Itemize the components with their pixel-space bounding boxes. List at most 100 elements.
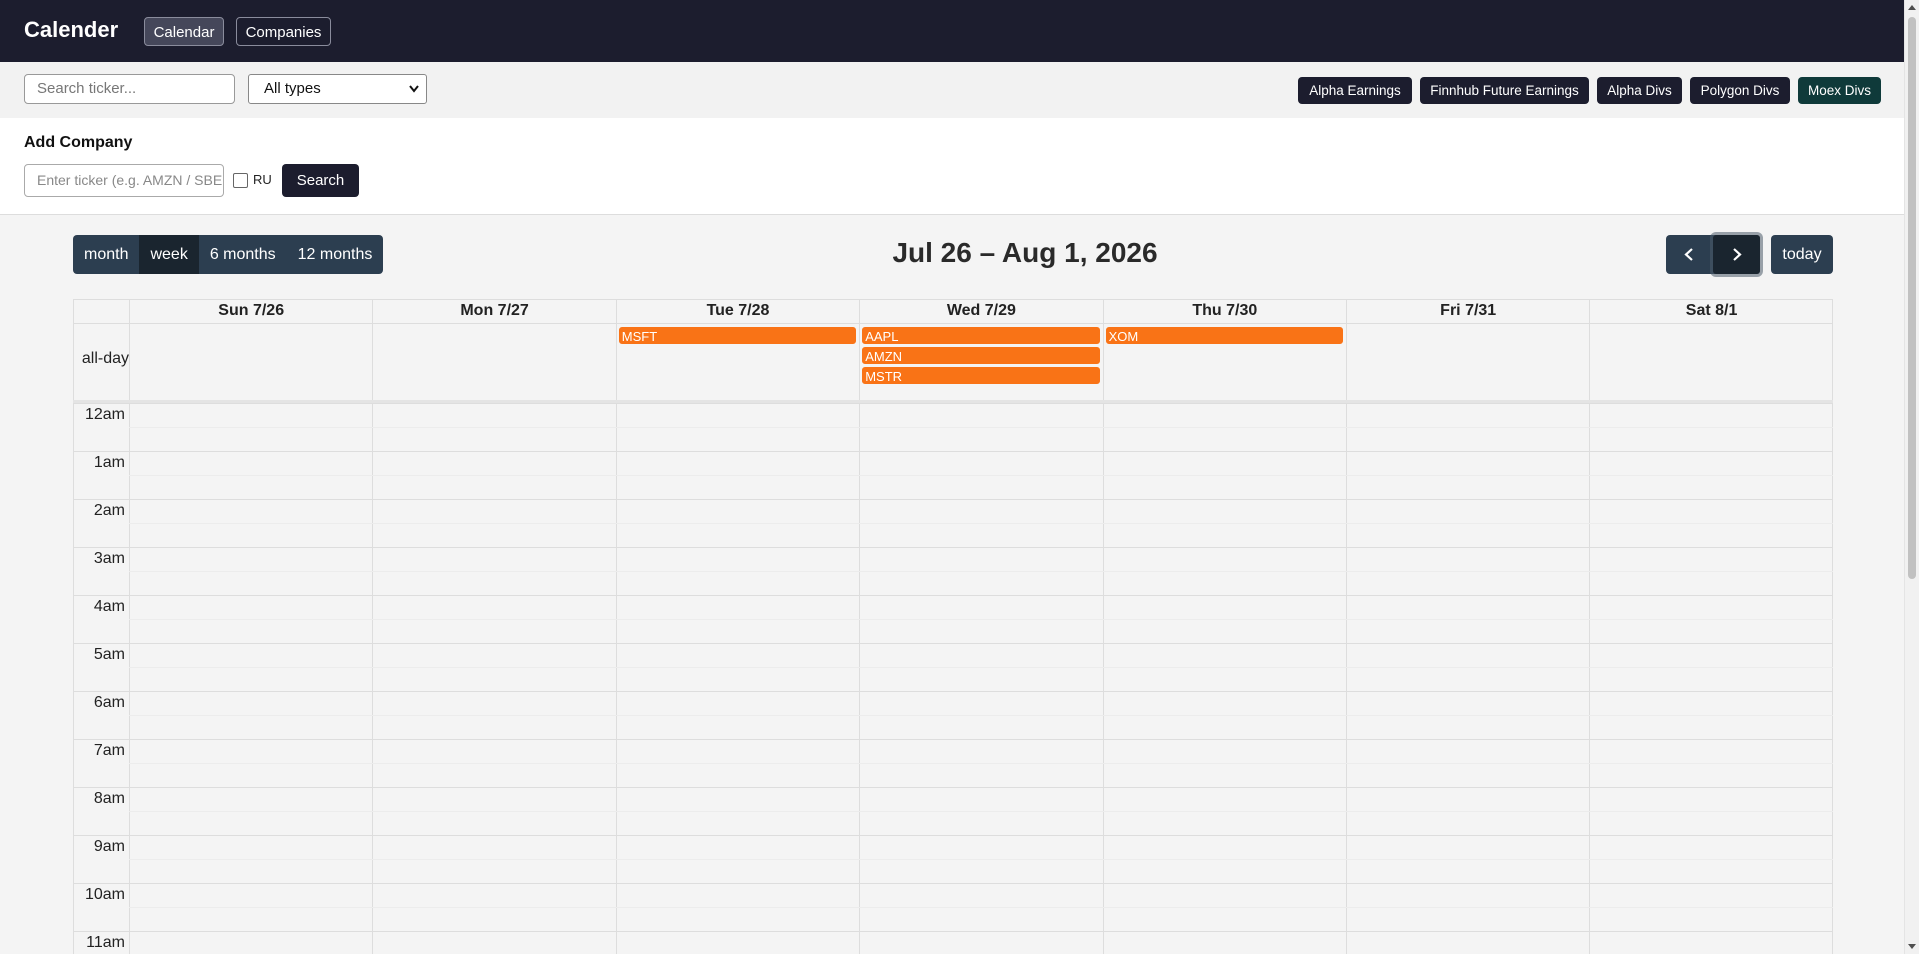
day-header: Tue 7/28	[615, 300, 859, 324]
grid-right-border	[1831, 324, 1833, 401]
ru-checkbox[interactable]	[233, 173, 248, 188]
add-company-panel: Add Company Enter ticker (e.g. AMZN / SB…	[0, 118, 1904, 215]
scroll-up-arrow-icon[interactable]	[1908, 5, 1916, 10]
hour-gridline	[73, 499, 1833, 500]
all-day-cell[interactable]	[129, 324, 372, 401]
prev-next-group	[1666, 235, 1760, 274]
time-label: 5am	[93, 646, 125, 663]
view-week-button[interactable]: week	[139, 235, 199, 274]
calendar-event[interactable]: MSTR	[862, 367, 1100, 384]
scroll-down-arrow-icon[interactable]	[1908, 944, 1916, 949]
day-column[interactable]	[1589, 403, 1832, 954]
hour-gridline	[73, 643, 1833, 644]
view-12-months-button[interactable]: 12 months	[287, 235, 384, 274]
calendar-event[interactable]: MSFT	[618, 327, 857, 344]
day-header-row: Sun 7/26 Mon 7/27 Tue 7/28 Wed 7/29 Thu 7/30…	[73, 299, 1833, 324]
all-day-cell[interactable]	[372, 324, 615, 401]
hour-gridline	[73, 547, 1833, 548]
hour-gridline	[73, 931, 1833, 932]
calendar-event[interactable]: AAPL	[862, 327, 1100, 344]
half-hour-gridline	[129, 811, 1833, 812]
hour-gridline	[73, 739, 1833, 740]
all-day-cell[interactable]	[1346, 324, 1589, 401]
grid-right-border	[1831, 403, 1833, 954]
hour-gridline	[73, 691, 1833, 692]
day-column[interactable]	[1346, 403, 1589, 954]
view-month-button[interactable]: month	[73, 235, 139, 274]
day-header: Sun 7/26	[129, 300, 372, 324]
all-day-label: all-day	[81, 350, 129, 367]
nav-calendar-button[interactable]: Calendar	[144, 17, 224, 46]
ru-label: RU	[253, 172, 272, 187]
day-column[interactable]	[1102, 403, 1346, 954]
day-column[interactable]	[129, 403, 372, 954]
day-header: Thu 7/30	[1102, 300, 1346, 324]
date-range-title: Jul 26 – Aug 1, 2026	[892, 237, 1158, 268]
source-alpha-divs-button[interactable]: Alpha Divs	[1597, 77, 1682, 104]
half-hour-gridline	[129, 763, 1833, 764]
time-label: 10am	[84, 886, 125, 903]
grid-right-border	[1831, 300, 1833, 324]
time-label: 1am	[93, 454, 125, 471]
source-alpha-earnings-button[interactable]: Alpha Earnings	[1298, 77, 1412, 104]
half-hour-gridline	[129, 571, 1833, 572]
next-button[interactable]	[1713, 235, 1760, 274]
day-header: Sat 8/1	[1589, 300, 1832, 324]
hour-gridline	[73, 787, 1833, 788]
hour-gridline	[73, 835, 1833, 836]
day-column[interactable]	[859, 403, 1102, 954]
day-header: Fri 7/31	[1346, 300, 1589, 324]
all-day-row: all-day MSFT AAPL AMZN MSTR XOM	[73, 323, 1833, 402]
day-header: Mon 7/27	[372, 300, 615, 324]
type-select[interactable]: All types	[248, 74, 427, 104]
time-label: 12am	[84, 406, 125, 423]
chevron-left-icon	[1684, 248, 1693, 261]
day-column[interactable]	[615, 403, 859, 954]
half-hour-gridline	[129, 859, 1833, 860]
add-company-search-button[interactable]: Search	[282, 164, 359, 197]
half-hour-gridline	[129, 667, 1833, 668]
prev-button[interactable]	[1666, 235, 1713, 274]
page-scrollbar[interactable]	[1904, 0, 1919, 954]
day-header: Wed 7/29	[859, 300, 1102, 324]
time-label: 7am	[93, 742, 125, 759]
view-switcher: month week 6 months 12 months	[73, 235, 384, 274]
add-ticker-input[interactable]: Enter ticker (e.g. AMZN / SBER)	[24, 164, 224, 197]
time-label: 8am	[93, 790, 125, 807]
source-moex-divs-button[interactable]: Moex Divs	[1798, 77, 1881, 104]
hour-gridline	[73, 883, 1833, 884]
calendar-event[interactable]: XOM	[1105, 327, 1343, 344]
add-company-heading: Add Company	[24, 134, 133, 151]
hour-gridline	[73, 403, 1833, 404]
grid-left-border	[73, 403, 74, 954]
ticker-search-input[interactable]: Search ticker...	[24, 74, 235, 104]
half-hour-gridline	[129, 907, 1833, 908]
half-hour-gridline	[129, 715, 1833, 716]
source-polygon-divs-button[interactable]: Polygon Divs	[1690, 77, 1790, 104]
time-label: 2am	[93, 502, 125, 519]
top-navbar: Calender Calendar Companies	[0, 0, 1904, 62]
nav-companies-button[interactable]: Companies	[236, 17, 331, 46]
all-day-cell[interactable]	[1589, 324, 1832, 401]
chevron-down-icon	[408, 75, 420, 113]
time-label: 9am	[93, 838, 125, 855]
view-6-months-button[interactable]: 6 months	[199, 235, 287, 274]
axis-header-cell	[73, 300, 129, 324]
half-hour-gridline	[129, 619, 1833, 620]
half-hour-gridline	[129, 427, 1833, 428]
time-grid[interactable]: 12am 1am 2am 3am 4am 5am 6am 7am 8am 9am 10am 11am	[73, 403, 1833, 954]
hour-gridline	[73, 451, 1833, 452]
grid-left-border	[73, 324, 74, 401]
hour-gridline	[73, 595, 1833, 596]
time-label: 4am	[93, 598, 125, 615]
chevron-right-icon	[1733, 248, 1742, 261]
day-column[interactable]	[372, 403, 615, 954]
time-label: 6am	[93, 694, 125, 711]
today-button[interactable]: today	[1771, 235, 1833, 274]
scrollbar-thumb[interactable]	[1908, 17, 1916, 579]
calendar-event[interactable]: AMZN	[862, 347, 1100, 364]
time-label: 3am	[93, 550, 125, 567]
app-title: Calender	[24, 17, 119, 42]
half-hour-gridline	[129, 523, 1833, 524]
source-finnhub-future-earnings-button[interactable]: Finnhub Future Earnings	[1420, 77, 1589, 104]
